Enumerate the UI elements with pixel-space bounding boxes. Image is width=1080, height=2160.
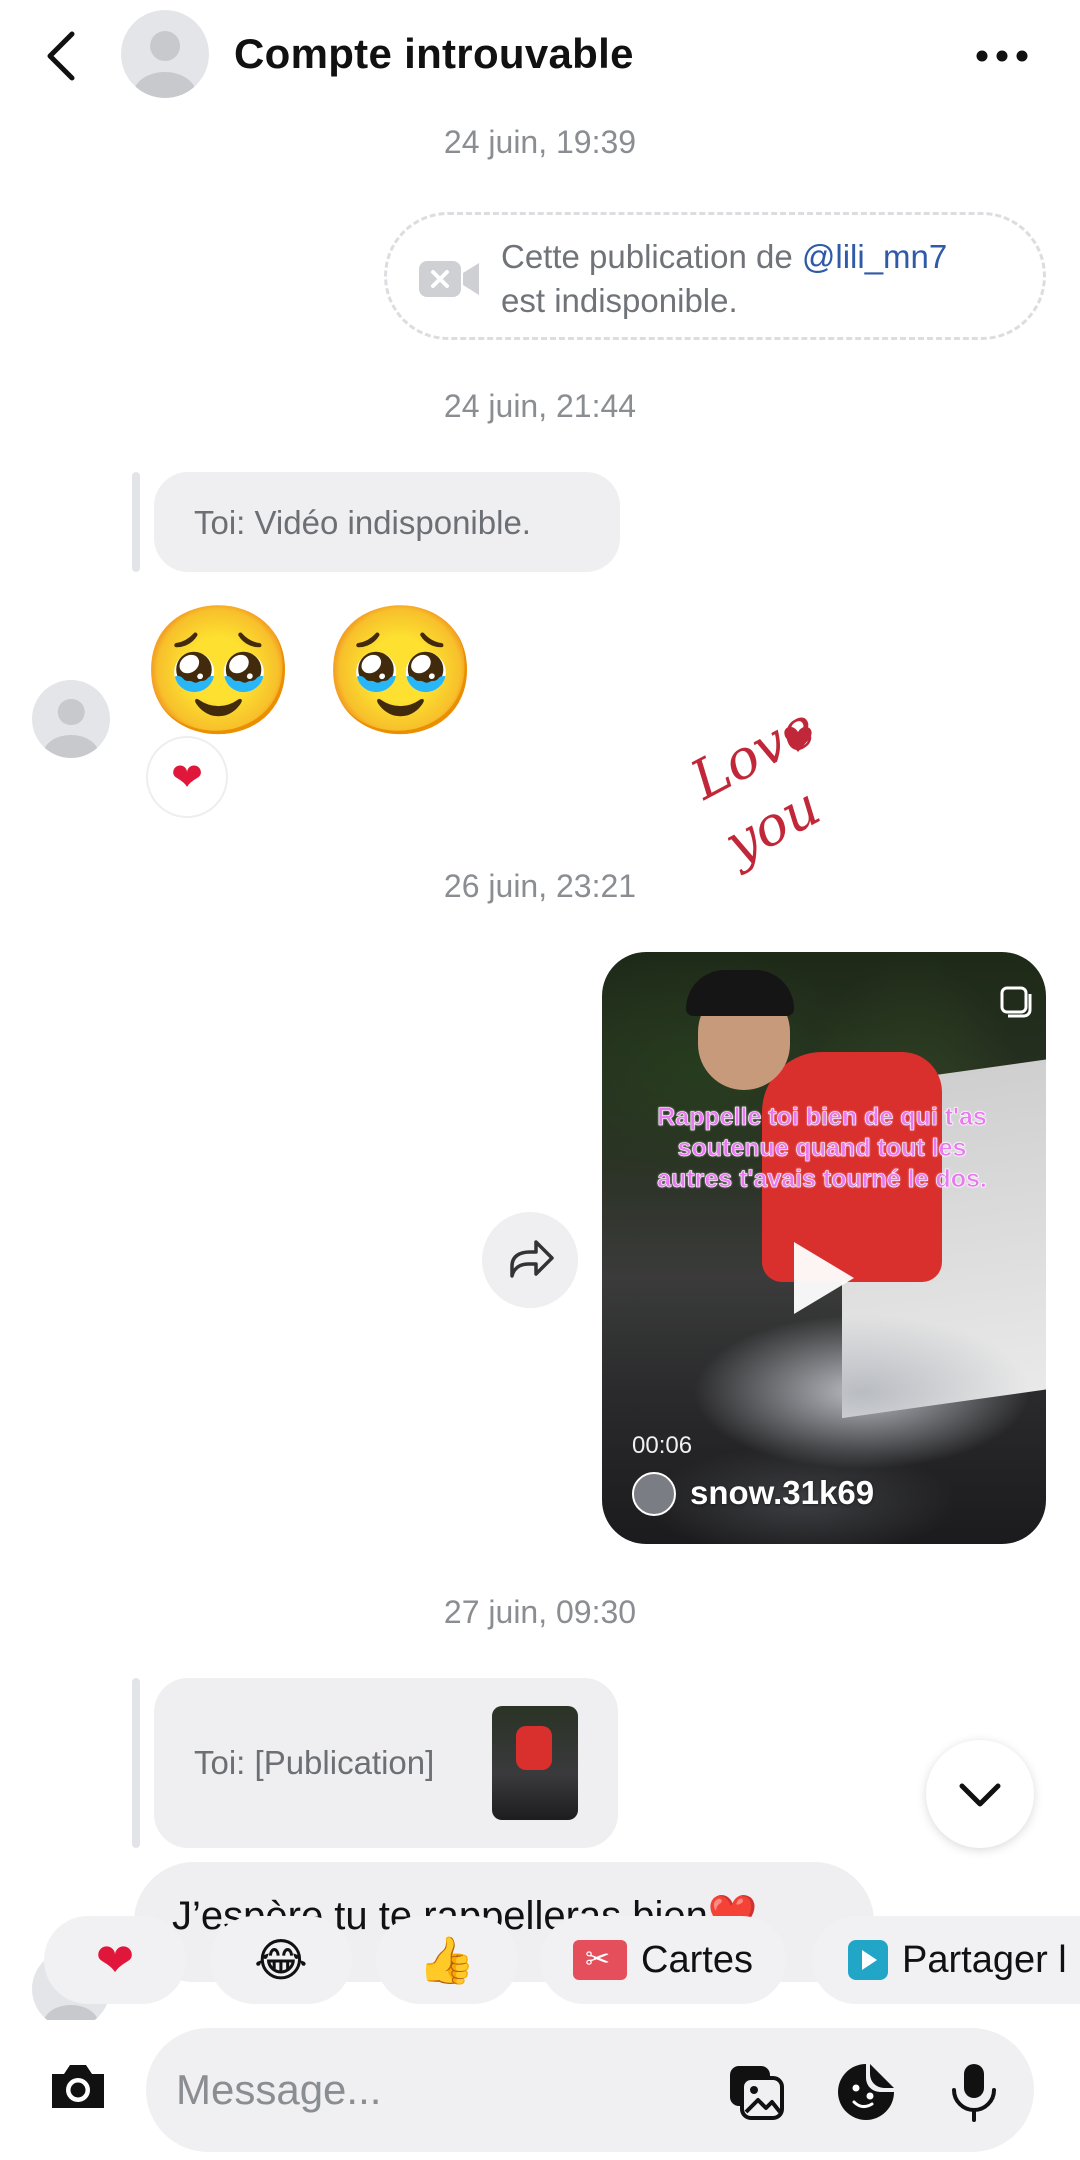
unavailable-post-text: Cette publication de @lili_mn7 est indis… (501, 235, 947, 323)
unavailable-suffix: est indisponible. (501, 282, 738, 319)
timestamp: 26 juin, 23:21 (443, 868, 637, 904)
play-icon[interactable] (794, 1242, 854, 1314)
back-arrow-icon[interactable] (40, 28, 84, 84)
conversation-title[interactable]: Compte introuvable (234, 30, 634, 78)
sticker-icon[interactable] (834, 2060, 898, 2124)
post-author-avatar (632, 1472, 676, 1516)
sender-avatar[interactable] (32, 680, 110, 758)
thumbs-up-icon: 👍 (418, 1932, 476, 1987)
quick-reaction-heart[interactable]: ❤ (44, 1916, 186, 2004)
laugh-emoji-icon: 😂 (254, 1933, 308, 1987)
multi-post-icon (1000, 986, 1032, 1018)
quick-reaction-laugh[interactable]: 😂 (210, 1916, 352, 2004)
reply-quote-text: Toi: [Publication] (194, 1744, 435, 1781)
unavailable-prefix: Cette publication de (501, 238, 802, 275)
mention-link[interactable]: @lili_mn7 (802, 238, 947, 275)
camera-icon[interactable] (46, 2058, 110, 2114)
video-overlay-text: Rappelle toi bien de qui t'as soutenue q… (657, 1103, 987, 1194)
microphone-icon[interactable] (942, 2060, 1006, 2124)
heart-reaction[interactable]: ❤ (146, 736, 228, 818)
cards-chip[interactable]: Cartes (540, 1916, 786, 2004)
publication-thumbnail[interactable] (492, 1706, 578, 1820)
cards-chip-label: Cartes (641, 1938, 753, 1981)
love-you-sticker: Love you (680, 700, 820, 877)
share-chip-label: Partager l (902, 1938, 1067, 1981)
reply-quote-bubble[interactable]: Toi: Vidéo indisponible. (154, 472, 620, 572)
message-input[interactable]: Message... (146, 2028, 1034, 2152)
post-author-username[interactable]: snow.31k69 (690, 1474, 874, 1512)
shared-video-post[interactable]: Rappelle toi bien de qui t'as soutenue q… (602, 952, 1046, 1544)
video-figure-cap (686, 970, 794, 1016)
share-button[interactable] (482, 1212, 578, 1308)
quick-reactions-bar: ❤ 😂 👍 Cartes Partager l (0, 1910, 1080, 2010)
quick-reaction-thumbs-up[interactable]: 👍 (376, 1916, 518, 2004)
reply-quote-bar (132, 1678, 140, 1848)
chevron-down-icon (959, 1783, 1001, 1807)
timestamp: 24 juin, 21:44 (443, 388, 637, 424)
gallery-icon[interactable] (724, 2060, 788, 2124)
emoji-message-1[interactable]: 🥹 (140, 596, 297, 746)
timestamp: 27 juin, 09:30 (443, 1594, 637, 1630)
share-chip[interactable]: Partager l (812, 1916, 1080, 2004)
emoji-message-2[interactable]: 🥹 (322, 596, 479, 746)
reply-quote-text: Toi: Vidéo indisponible. (194, 504, 531, 541)
scroll-to-bottom-button[interactable] (926, 1740, 1034, 1848)
timestamp: 24 juin, 19:39 (443, 124, 637, 160)
message-placeholder: Message... (176, 2066, 382, 2113)
share-arrow-icon (510, 1240, 554, 1278)
video-unavailable-icon (419, 261, 479, 297)
contact-avatar[interactable] (121, 10, 209, 98)
message-composer: Message... (0, 2020, 1080, 2160)
header: Compte introuvable (0, 0, 1080, 115)
gift-card-icon (573, 1940, 628, 1980)
reply-quote-bar (132, 472, 140, 572)
video-duration: 00:06 (632, 1432, 693, 1459)
more-options-icon[interactable] (974, 36, 1030, 76)
unavailable-post-bubble[interactable]: Cette publication de @lili_mn7 est indis… (384, 212, 1046, 340)
heart-icon: ❤ (95, 1933, 135, 1987)
share-play-icon (848, 1940, 888, 1980)
